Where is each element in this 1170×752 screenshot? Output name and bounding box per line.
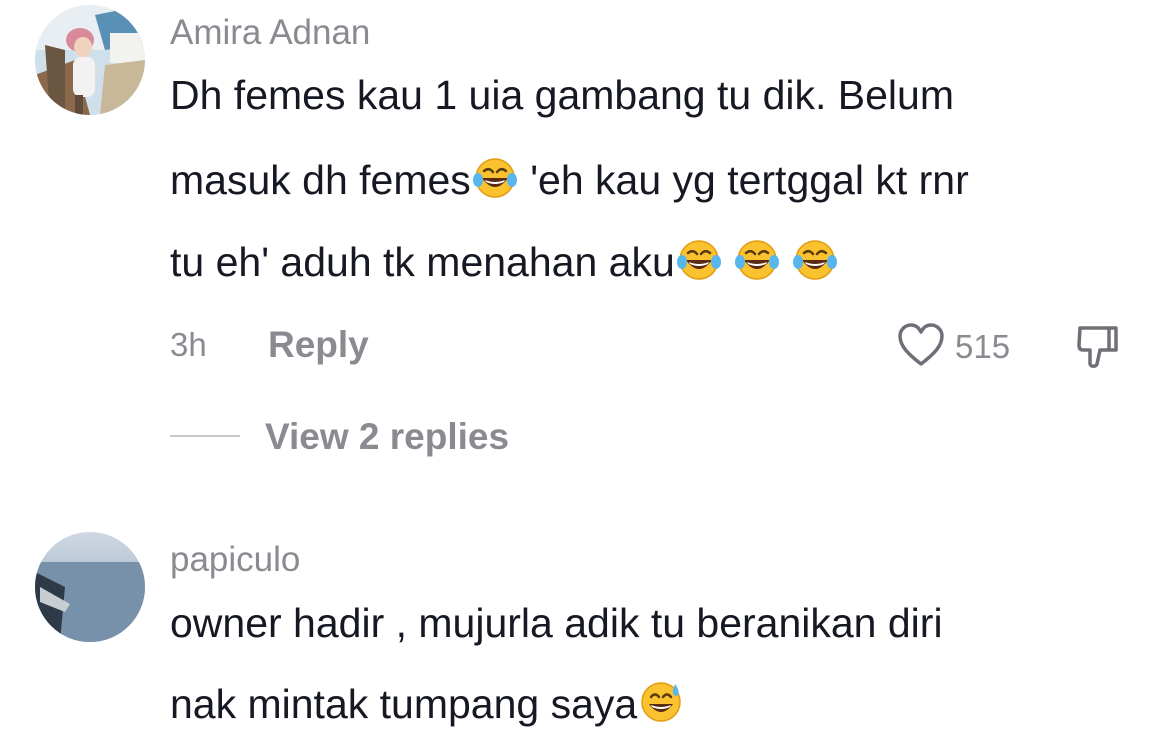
- grinning-face-with-sweat-icon: [637, 678, 685, 726]
- comment-line: owner hadir , mujurla adik tu beranikan …: [170, 600, 943, 646]
- avatar[interactable]: [35, 532, 145, 642]
- comment-line: nak mintak tumpang saya: [170, 678, 685, 728]
- comment-item: papiculo owner hadir , mujurla adik tu b…: [0, 0, 1170, 752]
- comment-username[interactable]: papiculo: [170, 542, 300, 577]
- comment-line-text: nak mintak tumpang saya: [170, 681, 638, 727]
